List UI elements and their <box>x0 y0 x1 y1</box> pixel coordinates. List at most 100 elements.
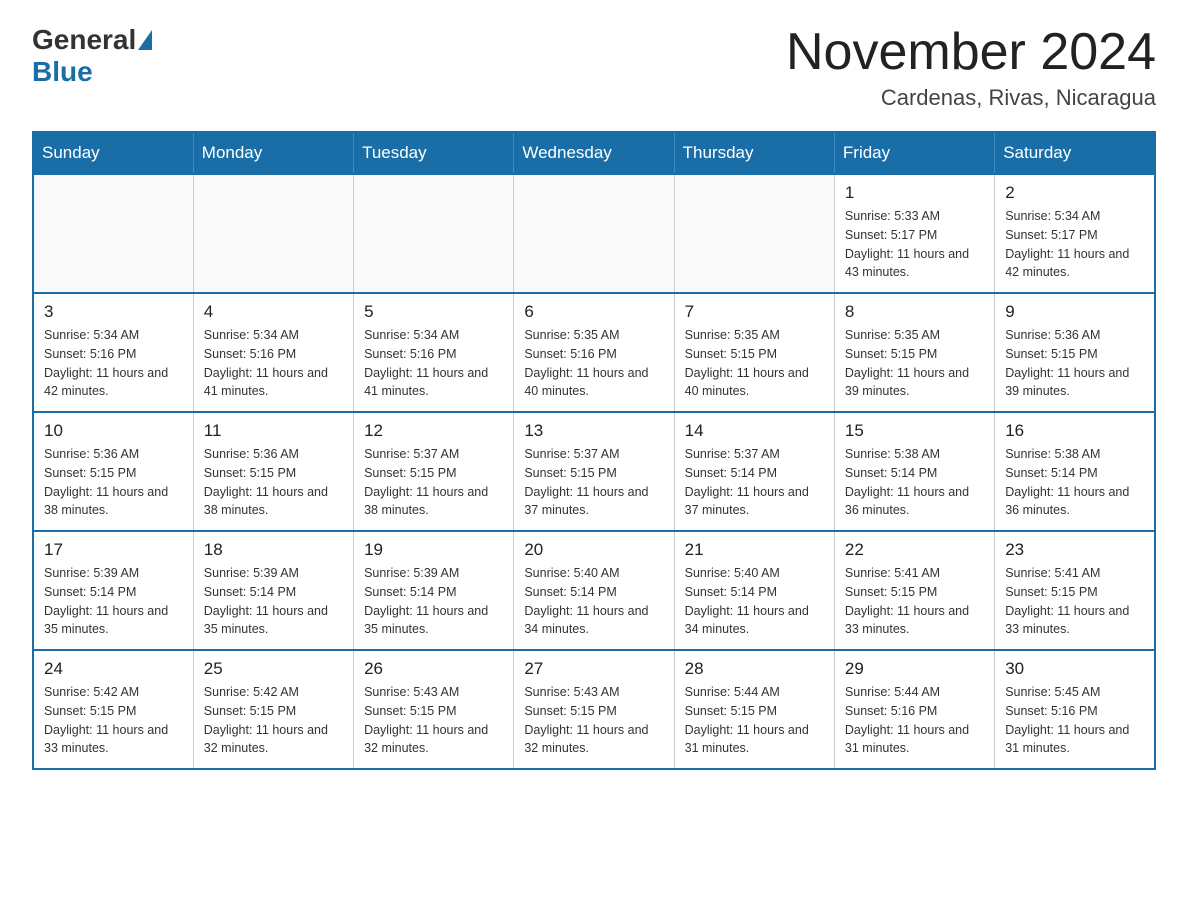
day-number: 16 <box>1005 421 1144 441</box>
day-number: 9 <box>1005 302 1144 322</box>
weekday-header-saturday: Saturday <box>995 132 1155 174</box>
weekday-header-thursday: Thursday <box>674 132 834 174</box>
weekday-header-monday: Monday <box>193 132 353 174</box>
calendar-week-row: 17 Sunrise: 5:39 AMSunset: 5:14 PMDayligh… <box>33 531 1155 650</box>
day-info: Sunrise: 5:43 AMSunset: 5:15 PMDaylight:… <box>364 683 503 758</box>
calendar-cell: 2 Sunrise: 5:34 AMSunset: 5:17 PMDaylight… <box>995 174 1155 293</box>
day-info: Sunrise: 5:36 AMSunset: 5:15 PMDaylight:… <box>204 445 343 520</box>
calendar-week-row: 10Sunrise: 5:36 AMSunset: 5:15 PMDayligh… <box>33 412 1155 531</box>
day-info: Sunrise: 5:39 AMSunset: 5:14 PMDaylight:… <box>364 564 503 639</box>
day-info: Sunrise: 5:37 AMSunset: 5:14 PMDaylight:… <box>685 445 824 520</box>
day-info: Sunrise: 5:40 AMSunset: 5:14 PMDaylight:… <box>524 564 663 639</box>
calendar-cell: 7 Sunrise: 5:35 AMSunset: 5:15 PMDaylight… <box>674 293 834 412</box>
weekday-header-tuesday: Tuesday <box>354 132 514 174</box>
calendar-cell: 8 Sunrise: 5:35 AMSunset: 5:15 PMDaylight… <box>834 293 994 412</box>
calendar-cell: 25Sunrise: 5:42 AMSunset: 5:15 PMDayligh… <box>193 650 353 769</box>
day-info: Sunrise: 5:37 AMSunset: 5:15 PMDaylight:… <box>524 445 663 520</box>
day-number: 17 <box>44 540 183 560</box>
calendar-cell <box>674 174 834 293</box>
day-number: 22 <box>845 540 984 560</box>
location-text: Cardenas, Rivas, Nicaragua <box>786 85 1156 111</box>
day-info: Sunrise: 5:44 AMSunset: 5:15 PMDaylight:… <box>685 683 824 758</box>
day-number: 26 <box>364 659 503 679</box>
calendar-cell: 28 Sunrise: 5:44 AMSunset: 5:15 PMDayligh… <box>674 650 834 769</box>
day-info: Sunrise: 5:40 AMSunset: 5:14 PMDaylight:… <box>685 564 824 639</box>
day-info: Sunrise: 5:41 AMSunset: 5:15 PMDaylight:… <box>845 564 984 639</box>
calendar-cell: 22 Sunrise: 5:41 AMSunset: 5:15 PMDayligh… <box>834 531 994 650</box>
day-number: 20 <box>524 540 663 560</box>
day-info: Sunrise: 5:34 AMSunset: 5:17 PMDaylight:… <box>1005 207 1144 282</box>
logo-triangle-icon <box>138 30 152 50</box>
calendar-cell <box>354 174 514 293</box>
calendar-cell: 9 Sunrise: 5:36 AMSunset: 5:15 PMDaylight… <box>995 293 1155 412</box>
calendar-cell <box>33 174 193 293</box>
day-number: 8 <box>845 302 984 322</box>
day-number: 11 <box>204 421 343 441</box>
weekday-header-friday: Friday <box>834 132 994 174</box>
day-number: 1 <box>845 183 984 203</box>
title-section: November 2024 Cardenas, Rivas, Nicaragua <box>786 24 1156 111</box>
day-number: 4 <box>204 302 343 322</box>
calendar-cell: 10Sunrise: 5:36 AMSunset: 5:15 PMDayligh… <box>33 412 193 531</box>
day-info: Sunrise: 5:34 AMSunset: 5:16 PMDaylight:… <box>364 326 503 401</box>
calendar-cell: 6 Sunrise: 5:35 AMSunset: 5:16 PMDaylight… <box>514 293 674 412</box>
day-number: 14 <box>685 421 824 441</box>
day-number: 15 <box>845 421 984 441</box>
day-info: Sunrise: 5:38 AMSunset: 5:14 PMDaylight:… <box>845 445 984 520</box>
calendar-cell: 29 Sunrise: 5:44 AMSunset: 5:16 PMDayligh… <box>834 650 994 769</box>
day-info: Sunrise: 5:38 AMSunset: 5:14 PMDaylight:… <box>1005 445 1144 520</box>
day-info: Sunrise: 5:35 AMSunset: 5:16 PMDaylight:… <box>524 326 663 401</box>
calendar-cell: 11 Sunrise: 5:36 AMSunset: 5:15 PMDayligh… <box>193 412 353 531</box>
calendar-cell: 30 Sunrise: 5:45 AMSunset: 5:16 PMDayligh… <box>995 650 1155 769</box>
day-info: Sunrise: 5:35 AMSunset: 5:15 PMDaylight:… <box>685 326 824 401</box>
page-header: General Blue November 2024 Cardenas, Riv… <box>32 24 1156 111</box>
day-number: 6 <box>524 302 663 322</box>
month-title: November 2024 <box>786 24 1156 81</box>
calendar-cell: 13 Sunrise: 5:37 AMSunset: 5:15 PMDayligh… <box>514 412 674 531</box>
calendar-cell <box>193 174 353 293</box>
calendar-cell: 23 Sunrise: 5:41 AMSunset: 5:15 PMDayligh… <box>995 531 1155 650</box>
logo: General Blue <box>32 24 154 88</box>
day-number: 27 <box>524 659 663 679</box>
day-number: 13 <box>524 421 663 441</box>
weekday-header-row: SundayMondayTuesdayWednesdayThursdayFrid… <box>33 132 1155 174</box>
day-number: 18 <box>204 540 343 560</box>
day-number: 5 <box>364 302 503 322</box>
day-info: Sunrise: 5:35 AMSunset: 5:15 PMDaylight:… <box>845 326 984 401</box>
calendar-cell: 3Sunrise: 5:34 AMSunset: 5:16 PMDaylight… <box>33 293 193 412</box>
calendar-week-row: 24 Sunrise: 5:42 AMSunset: 5:15 PMDayligh… <box>33 650 1155 769</box>
calendar-cell: 18Sunrise: 5:39 AMSunset: 5:14 PMDayligh… <box>193 531 353 650</box>
day-number: 2 <box>1005 183 1144 203</box>
calendar-week-row: 3Sunrise: 5:34 AMSunset: 5:16 PMDaylight… <box>33 293 1155 412</box>
day-info: Sunrise: 5:34 AMSunset: 5:16 PMDaylight:… <box>204 326 343 401</box>
calendar-cell: 20 Sunrise: 5:40 AMSunset: 5:14 PMDayligh… <box>514 531 674 650</box>
day-number: 28 <box>685 659 824 679</box>
day-info: Sunrise: 5:34 AMSunset: 5:16 PMDaylight:… <box>44 326 183 401</box>
day-number: 29 <box>845 659 984 679</box>
calendar-cell: 15 Sunrise: 5:38 AMSunset: 5:14 PMDayligh… <box>834 412 994 531</box>
calendar-cell: 26 Sunrise: 5:43 AMSunset: 5:15 PMDayligh… <box>354 650 514 769</box>
day-number: 24 <box>44 659 183 679</box>
day-info: Sunrise: 5:45 AMSunset: 5:16 PMDaylight:… <box>1005 683 1144 758</box>
day-number: 30 <box>1005 659 1144 679</box>
day-info: Sunrise: 5:42 AMSunset: 5:15 PMDaylight:… <box>44 683 183 758</box>
calendar-cell: 16 Sunrise: 5:38 AMSunset: 5:14 PMDayligh… <box>995 412 1155 531</box>
day-number: 7 <box>685 302 824 322</box>
day-info: Sunrise: 5:41 AMSunset: 5:15 PMDaylight:… <box>1005 564 1144 639</box>
weekday-header-wednesday: Wednesday <box>514 132 674 174</box>
calendar-cell: 19Sunrise: 5:39 AMSunset: 5:14 PMDayligh… <box>354 531 514 650</box>
logo-blue-text: Blue <box>32 56 93 87</box>
calendar-cell: 14 Sunrise: 5:37 AMSunset: 5:14 PMDayligh… <box>674 412 834 531</box>
calendar-week-row: 1Sunrise: 5:33 AMSunset: 5:17 PMDaylight… <box>33 174 1155 293</box>
day-info: Sunrise: 5:36 AMSunset: 5:15 PMDaylight:… <box>1005 326 1144 401</box>
day-number: 25 <box>204 659 343 679</box>
calendar-cell: 17 Sunrise: 5:39 AMSunset: 5:14 PMDayligh… <box>33 531 193 650</box>
day-number: 23 <box>1005 540 1144 560</box>
calendar-cell: 27 Sunrise: 5:43 AMSunset: 5:15 PMDayligh… <box>514 650 674 769</box>
day-info: Sunrise: 5:43 AMSunset: 5:15 PMDaylight:… <box>524 683 663 758</box>
day-info: Sunrise: 5:44 AMSunset: 5:16 PMDaylight:… <box>845 683 984 758</box>
day-info: Sunrise: 5:39 AMSunset: 5:14 PMDaylight:… <box>44 564 183 639</box>
weekday-header-sunday: Sunday <box>33 132 193 174</box>
day-number: 12 <box>364 421 503 441</box>
calendar-cell: 5 Sunrise: 5:34 AMSunset: 5:16 PMDaylight… <box>354 293 514 412</box>
